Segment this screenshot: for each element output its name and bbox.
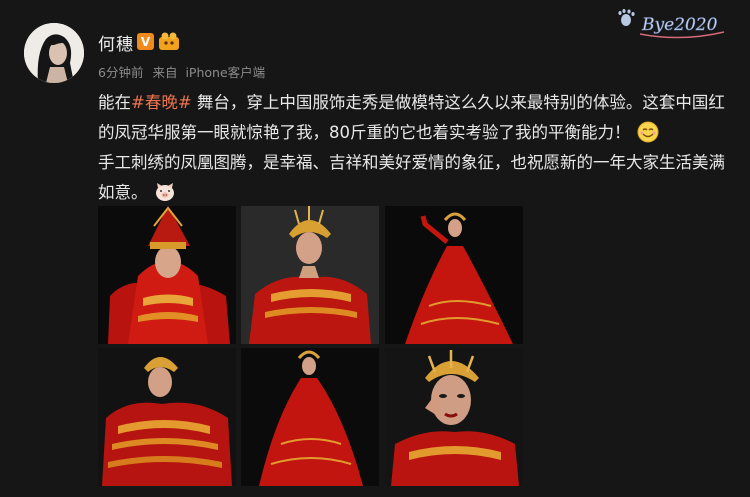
photo-2[interactable] — [241, 206, 379, 344]
bye2020-sticker: Bye2020 — [618, 9, 725, 39]
photo-6[interactable] — [385, 348, 523, 486]
post-text-part3: 手工刺绣的凤凰图腾，是幸福、吉祥和美好爱情的象征，也祝愿新的一年大家生活美满如意… — [98, 153, 725, 202]
source-prefix: 来自 — [152, 65, 178, 80]
post-text: 能在#春晚# 舞台，穿上中国服饰走秀是做模特这么久以来最特别的体验。这套中国红的… — [98, 88, 730, 208]
user-name[interactable]: 何穗 — [98, 30, 134, 55]
weibo-post: 何穗 V 6分钟前 来自 iPhone客户端 Bye2020 能在#春晚# 舞台… — [0, 0, 750, 497]
photo-1[interactable] — [98, 206, 236, 344]
user-avatar[interactable] — [24, 23, 84, 83]
vip-icon[interactable] — [158, 32, 180, 51]
piggy-emoji-icon — [154, 181, 176, 203]
sticker-text: Bye2020 — [641, 15, 718, 35]
post-text-part2: 舞台，穿上中国服饰走秀是做模特这么久以来最特别的体验。这套中国红的凤冠华服第一眼… — [98, 93, 725, 142]
photo-5[interactable] — [241, 348, 379, 486]
post-meta: 6分钟前 来自 iPhone客户端 — [98, 62, 265, 81]
avatar-portrait-icon — [24, 23, 84, 83]
post-text-part1: 能在 — [98, 93, 131, 112]
post-time[interactable]: 6分钟前 — [98, 65, 143, 80]
verified-badge: V — [137, 33, 154, 50]
post-source[interactable]: iPhone客户端 — [185, 65, 265, 80]
photo-3[interactable] — [385, 206, 523, 344]
hashtag-link[interactable]: #春晚# — [131, 93, 192, 112]
photo-4[interactable] — [98, 348, 236, 486]
smile-emoji-icon — [637, 121, 659, 143]
